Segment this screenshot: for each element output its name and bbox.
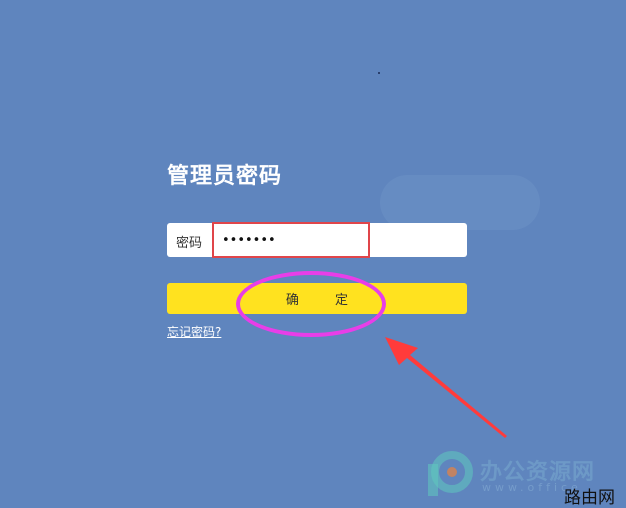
watermark-logo-icon: [428, 451, 473, 496]
annotation-arrow: [385, 337, 507, 438]
site-tag: 路由网: [564, 488, 615, 508]
